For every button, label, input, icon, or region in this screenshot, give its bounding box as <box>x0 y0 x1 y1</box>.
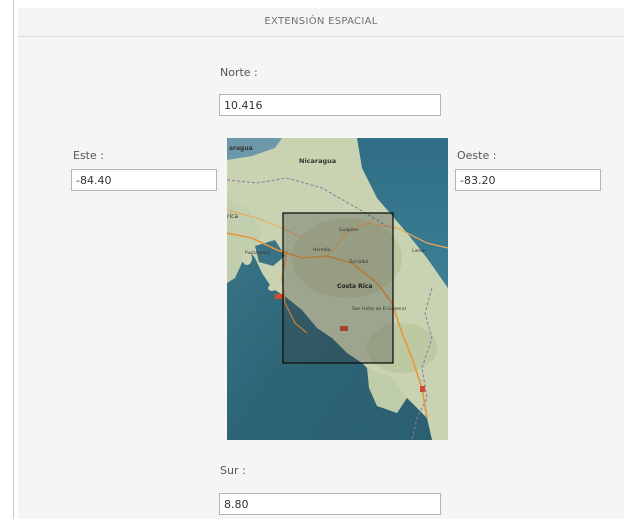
island <box>268 285 276 291</box>
extent-map[interactable]: aragua Nicaragua rica Guápiles Heredia T… <box>227 138 448 440</box>
map-label-heredia: Heredia <box>313 247 331 253</box>
map-canvas: aragua Nicaragua rica Guápiles Heredia T… <box>227 138 448 440</box>
route-shield <box>420 386 425 392</box>
panel-title: EXTENSIÓN ESPACIAL <box>18 8 624 37</box>
este-label: Este : <box>73 149 104 162</box>
oeste-label: Oeste : <box>457 149 497 162</box>
este-input[interactable] <box>71 169 217 191</box>
map-label-edge-top: aragua <box>229 145 253 152</box>
norte-label: Norte : <box>220 66 258 79</box>
sur-input[interactable] <box>219 493 441 515</box>
map-label-guapiles: Guápiles <box>339 226 359 233</box>
map-label-edge-left: rica <box>227 213 238 220</box>
sur-label: Sur : <box>220 464 246 477</box>
map-label-costa-rica: Costa Rica <box>337 283 372 290</box>
spatial-extent-panel: EXTENSIÓN ESPACIAL Norte : Este : Oeste … <box>18 8 624 519</box>
map-label-puntarenas: Puntarenas <box>245 250 271 256</box>
map-label-san-isidro: San Isidro de El General <box>352 306 406 312</box>
map-label-nicaragua: Nicaragua <box>299 157 336 165</box>
norte-input[interactable] <box>219 94 441 116</box>
map-label-turrialba: Turrialba <box>348 259 369 265</box>
route-shield <box>275 294 283 299</box>
oeste-input[interactable] <box>455 169 601 191</box>
map-label-limon: Limón <box>412 247 426 254</box>
left-divider <box>13 0 14 519</box>
